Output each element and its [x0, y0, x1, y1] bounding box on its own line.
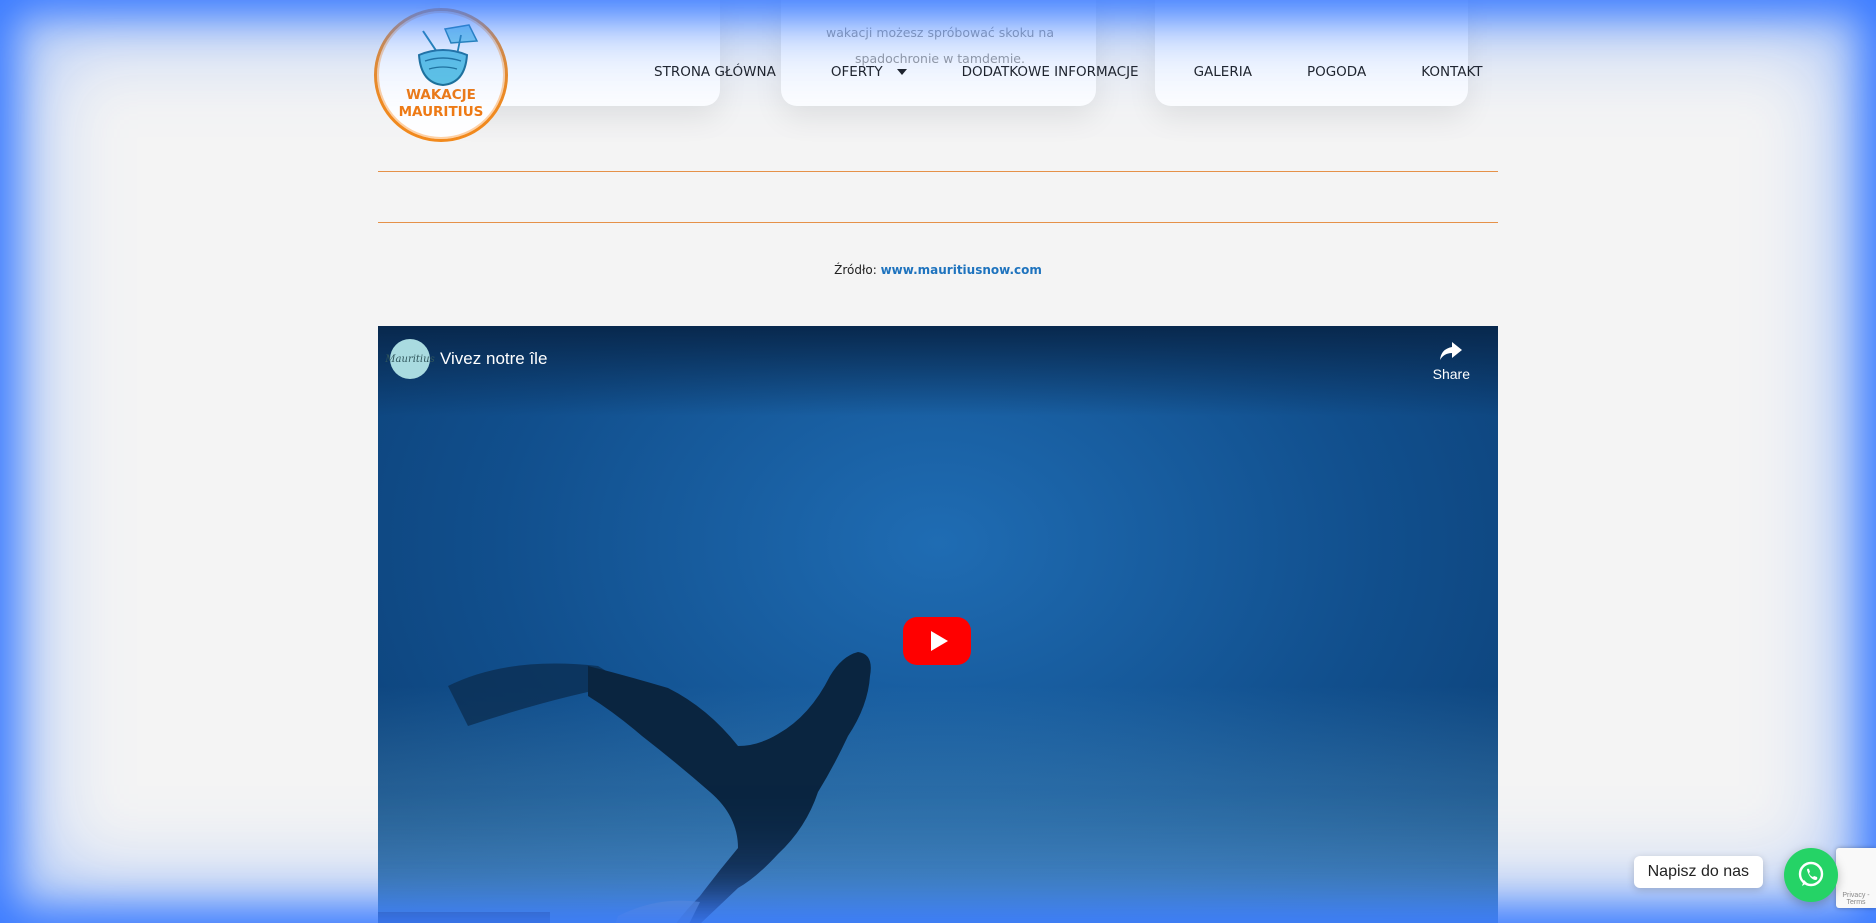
source-link[interactable]: www.mauritiusnow.com: [881, 263, 1042, 277]
nav-item-contact[interactable]: KONTAKT: [1421, 64, 1482, 80]
logo-text: MAURITIUS: [398, 104, 484, 120]
page: wakacji możesz spróbować skoku na spadoc…: [0, 0, 1876, 923]
nav-item-additional-info[interactable]: DODATKOWE INFORMACJE: [962, 64, 1139, 80]
share-button[interactable]: Share: [1433, 340, 1470, 382]
site-logo[interactable]: WAKACJE MAURITIUS: [374, 8, 508, 142]
whatsapp-chat-button[interactable]: [1784, 848, 1838, 902]
watch-on-youtube-button[interactable]: [378, 912, 550, 923]
share-label: Share: [1432, 366, 1470, 382]
nav-item-weather[interactable]: POGODA: [1307, 64, 1366, 80]
video-top-shade: [378, 326, 1498, 416]
recaptcha-text: Privacy - Terms: [1842, 892, 1870, 906]
freediver-image: [448, 652, 871, 923]
nav-item-offers[interactable]: OFERTY: [831, 64, 907, 80]
logo-text: WAKACJE: [406, 87, 476, 103]
source-label: Źródło:: [834, 263, 877, 277]
share-arrow-icon: [1440, 342, 1463, 360]
whatsapp-icon: [1798, 861, 1824, 887]
info-card: [1155, 0, 1468, 106]
divider: [378, 222, 1498, 223]
recaptcha-badge[interactable]: Privacy - Terms: [1836, 848, 1876, 908]
play-button[interactable]: [903, 617, 971, 665]
source-line: Źródło: www.mauritiusnow.com: [0, 263, 1876, 277]
chat-label[interactable]: Napisz do nas: [1633, 856, 1763, 888]
youtube-video-embed[interactable]: Mauritius Vivez notre île Share: [378, 326, 1498, 923]
channel-avatar[interactable]: Mauritius: [385, 339, 435, 379]
coconut-drink-icon: [417, 24, 479, 87]
nav-item-gallery[interactable]: GALERIA: [1194, 64, 1252, 80]
video-title[interactable]: Vivez notre île: [440, 349, 547, 369]
divider: [378, 171, 1498, 172]
main-nav: STRONA GŁÓWNA OFERTY DODATKOWE INFORMACJ…: [654, 64, 1483, 80]
caret-down-icon: [896, 69, 907, 75]
nav-item-home[interactable]: STRONA GŁÓWNA: [654, 64, 776, 80]
